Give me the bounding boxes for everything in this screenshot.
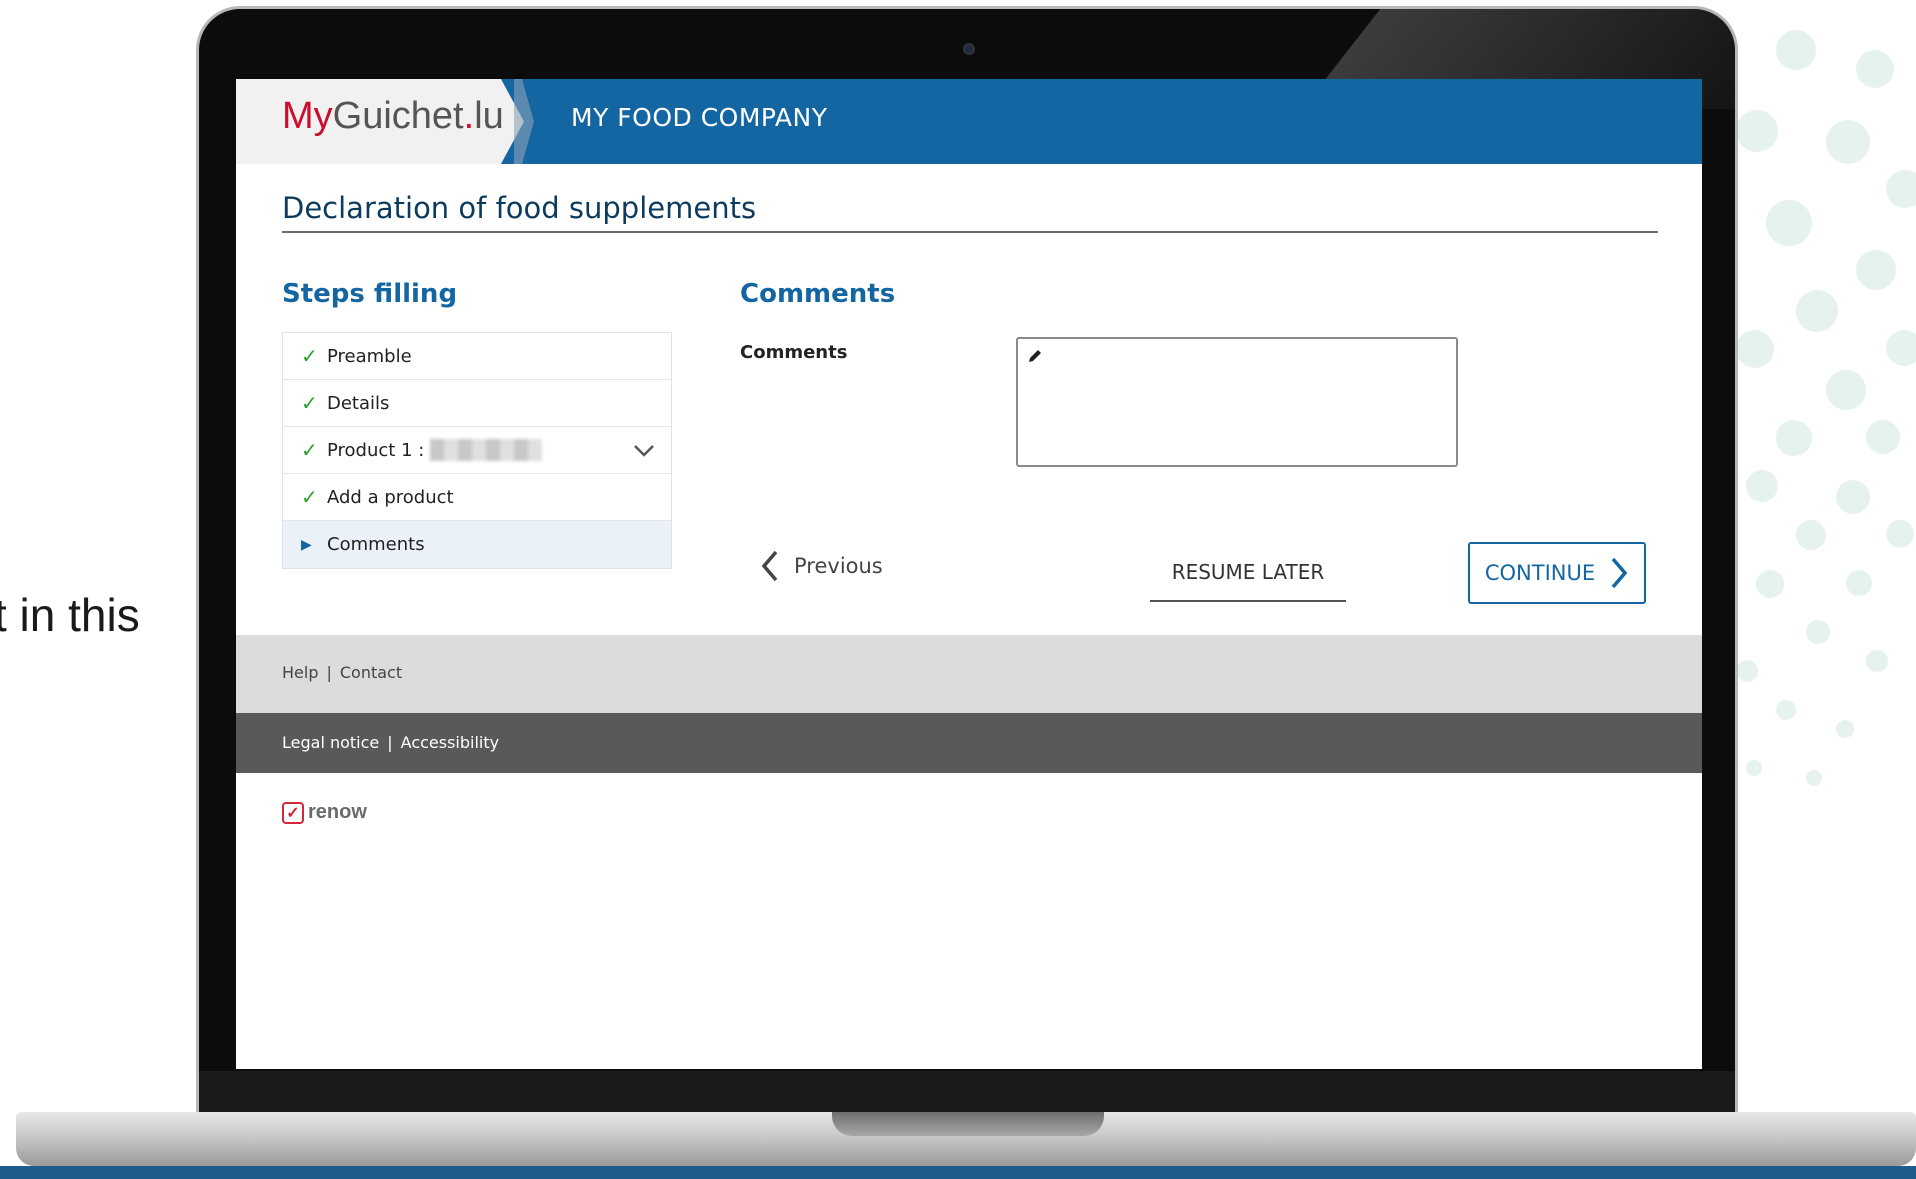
background-dot [1776, 700, 1796, 720]
check-icon: ✓ [301, 485, 318, 509]
background-dot [1776, 420, 1812, 456]
logo-part-guichet: Guichet [332, 95, 464, 137]
background-dot [1736, 660, 1758, 682]
brand-chevron [514, 79, 534, 164]
background-dot [1746, 470, 1778, 502]
logo-part-dot: . [463, 95, 475, 137]
camera-icon [963, 43, 975, 55]
background-dot [1776, 30, 1816, 70]
ground-strip [0, 1166, 1916, 1179]
background-dot [1836, 720, 1854, 738]
comments-textarea[interactable] [1016, 337, 1458, 467]
accessibility-link[interactable]: Accessibility [401, 733, 499, 752]
renow-logo[interactable]: ✓ renow [282, 801, 367, 824]
site-header: MyGuichet.lu MY FOOD COMPANY [236, 79, 1702, 164]
background-dot [1766, 200, 1812, 246]
resume-later-button[interactable]: RESUME LATER [1150, 544, 1346, 602]
myguichet-logo[interactable]: MyGuichet.lu [282, 95, 504, 138]
renow-logo-text: renow [308, 801, 367, 823]
stage: t in this MyGuichet.lu MY FOOD COMPANY D… [0, 0, 1916, 1179]
footer-legal-links: Legal notice | Accessibility [282, 733, 499, 752]
step-label: Comments [327, 534, 425, 555]
browser-screen: MyGuichet.lu MY FOOD COMPANY Declaration… [236, 79, 1702, 1069]
background-dot [1856, 50, 1894, 88]
background-dots [1716, 0, 1916, 800]
help-link[interactable]: Help [282, 663, 318, 682]
background-dot [1846, 570, 1872, 596]
footer-help-bar: Help | Contact [236, 635, 1702, 713]
brand-area[interactable]: MyGuichet.lu [236, 79, 524, 164]
steps-heading: Steps filling [282, 279, 458, 309]
step-label: Add a product [327, 486, 454, 508]
contact-link[interactable]: Contact [340, 663, 402, 682]
footer-legal-bar: Legal notice | Accessibility [236, 713, 1702, 773]
renow-check-icon: ✓ [282, 801, 304, 824]
separator: | [326, 663, 332, 682]
background-dot [1806, 770, 1822, 786]
footer-help-links: Help | Contact [282, 663, 402, 682]
continue-label: CONTINUE [1484, 561, 1596, 585]
step-comments[interactable]: ▶ Comments [283, 521, 671, 568]
legal-notice-link[interactable]: Legal notice [282, 733, 379, 752]
background-dot [1736, 330, 1774, 368]
chevron-down-icon[interactable] [631, 437, 657, 463]
laptop-lid: MyGuichet.lu MY FOOD COMPANY Declaration… [196, 6, 1738, 1126]
logo-part-lu: lu [474, 95, 504, 137]
comments-heading: Comments [740, 279, 896, 309]
step-add-product[interactable]: ✓ Add a product [283, 474, 671, 521]
triangle-right-icon: ▶ [301, 536, 312, 553]
page-title: Declaration of food supplements [282, 191, 757, 225]
chevron-left-icon [761, 550, 778, 582]
check-icon: ✓ [301, 438, 318, 462]
step-preamble[interactable]: ✓ Preamble [283, 333, 671, 380]
background-dot [1886, 330, 1916, 366]
side-caption: t in this [0, 589, 140, 641]
previous-label: Previous [794, 554, 883, 578]
continue-button[interactable]: CONTINUE [1468, 542, 1646, 604]
step-product-1[interactable]: ✓ Product 1 : [283, 427, 671, 474]
step-label: Details [327, 392, 390, 414]
comments-label: Comments [740, 342, 848, 363]
background-dot [1826, 370, 1866, 410]
check-icon: ✓ [301, 391, 318, 415]
company-name: MY FOOD COMPANY [571, 103, 828, 132]
background-dot [1886, 520, 1914, 548]
background-dot [1746, 760, 1762, 776]
background-dot [1886, 170, 1916, 208]
previous-button[interactable]: Previous [760, 549, 883, 583]
step-label: Preamble [327, 345, 412, 367]
pencil-icon [1029, 350, 1041, 362]
background-dot [1866, 650, 1888, 672]
step-details[interactable]: ✓ Details [283, 380, 671, 427]
background-dot [1756, 570, 1784, 598]
chevron-right-icon [1611, 557, 1628, 589]
step-label: Product 1 : [327, 439, 425, 461]
background-dot [1836, 480, 1870, 514]
steps-list: ✓ Preamble ✓ Details ✓ Product 1 : ✓ Add… [282, 332, 672, 569]
background-dot [1826, 120, 1870, 164]
title-divider [282, 231, 1658, 233]
separator: | [387, 733, 393, 752]
laptop-notch [832, 1112, 1104, 1136]
check-icon: ✓ [301, 344, 318, 368]
background-dot [1866, 420, 1900, 454]
background-dot [1796, 520, 1826, 550]
blurred-product-name [430, 439, 543, 461]
background-dot [1856, 250, 1896, 290]
background-dot [1806, 620, 1830, 644]
background-dot [1736, 110, 1778, 152]
background-dot [1796, 290, 1838, 332]
logo-part-my: My [282, 95, 333, 137]
